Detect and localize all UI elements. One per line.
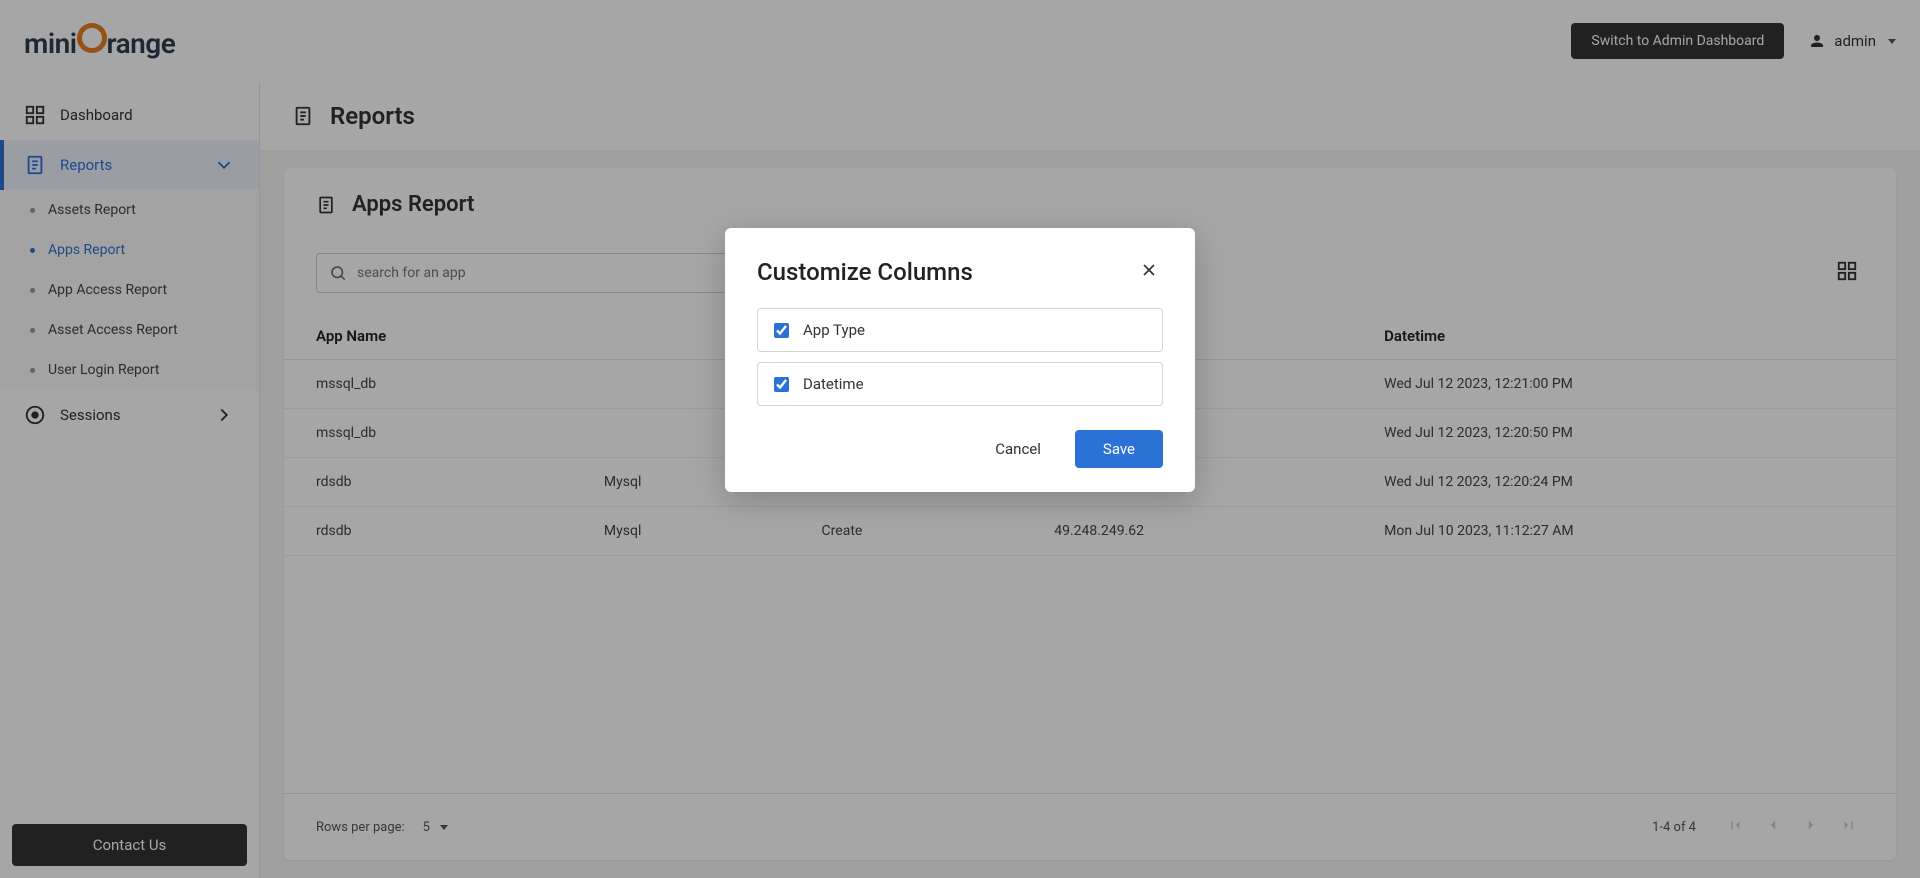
close-icon: [1139, 260, 1159, 280]
modal-close-button[interactable]: [1135, 256, 1163, 288]
column-option-label: Datetime: [803, 375, 864, 393]
modal-actions: Cancel Save: [757, 430, 1163, 468]
modal-header: Customize Columns: [757, 256, 1163, 288]
column-option-label: App Type: [803, 321, 865, 339]
cancel-button[interactable]: Cancel: [979, 430, 1057, 468]
column-option-datetime[interactable]: Datetime: [757, 362, 1163, 406]
customize-columns-modal: Customize Columns App Type Datetime Canc…: [725, 228, 1195, 492]
modal-overlay[interactable]: Customize Columns App Type Datetime Canc…: [0, 0, 1920, 878]
column-option-app-type[interactable]: App Type: [757, 308, 1163, 352]
column-checkbox-datetime[interactable]: [774, 377, 789, 392]
column-checkbox-app-type[interactable]: [774, 323, 789, 338]
modal-title: Customize Columns: [757, 258, 973, 286]
save-button[interactable]: Save: [1075, 430, 1163, 468]
